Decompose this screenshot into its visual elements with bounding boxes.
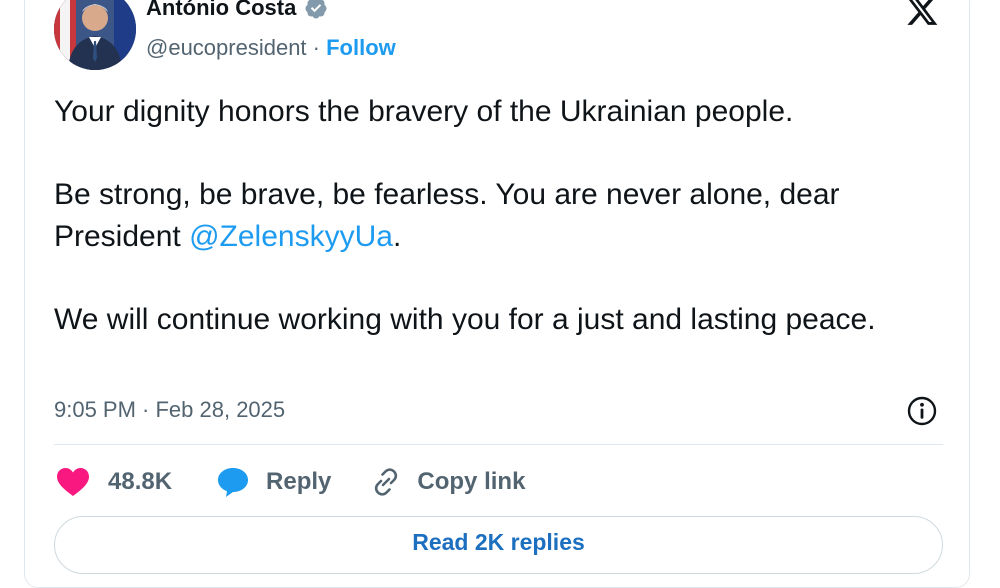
tweet-text: Your dignity honors the bravery of the U… xyxy=(54,91,944,340)
mention-link[interactable]: @ZelenskyyUa xyxy=(189,220,393,253)
speech-bubble-icon xyxy=(218,468,249,497)
heart-icon xyxy=(57,468,89,496)
like-button[interactable]: 48.8K xyxy=(56,462,172,502)
handle-separator: · xyxy=(306,35,327,60)
handle-row: @eucopresident · Follow xyxy=(146,34,396,62)
read-replies-button[interactable]: Read 2K replies xyxy=(54,516,943,574)
tweet-paragraph-1: Your dignity honors the bravery of the U… xyxy=(54,95,794,128)
divider xyxy=(54,444,943,445)
reply-button[interactable]: Reply xyxy=(216,462,331,502)
mention-suffix: . xyxy=(392,219,402,253)
reply-label: Reply xyxy=(266,468,332,495)
tweet-paragraph-3: We will continue working with you for a … xyxy=(54,302,876,336)
action-bar: 48.8K Reply Copy link xyxy=(56,462,525,502)
read-replies-label: Read 2K replies xyxy=(412,529,585,555)
info-icon[interactable] xyxy=(906,395,938,427)
follow-button[interactable]: Follow xyxy=(326,35,396,60)
link-icon xyxy=(375,468,398,496)
tweet-paragraph-2-text: Be strong, be brave, be fearless. You ar… xyxy=(54,178,840,253)
copy-link-button[interactable]: Copy link xyxy=(369,462,525,502)
author-name[interactable]: António Costa xyxy=(146,0,296,22)
verified-badge-icon xyxy=(305,0,327,19)
timestamp[interactable]: 9:05 PM · Feb 28, 2025 xyxy=(54,396,285,424)
copy-link-label: Copy link xyxy=(417,468,526,495)
like-count: 48.8K xyxy=(108,468,173,495)
author-header: António Costa xyxy=(146,0,328,22)
x-logo-icon[interactable] xyxy=(902,0,942,28)
tweet-paragraph-2: Be strong, be brave, be fearless. You ar… xyxy=(54,174,944,257)
author-handle[interactable]: @eucopresident xyxy=(146,35,307,60)
